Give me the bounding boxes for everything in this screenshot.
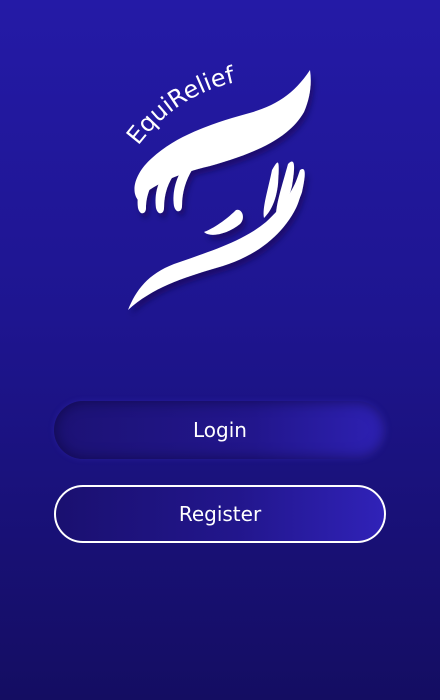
- register-button[interactable]: Register: [54, 485, 386, 543]
- two-hands-icon: EquiRelief: [121, 62, 311, 310]
- register-button-label: Register: [178, 502, 262, 526]
- login-button-label: Login: [193, 418, 247, 442]
- welcome-screen: EquiRelief Login Register: [0, 0, 440, 700]
- app-logo: EquiRelief: [112, 62, 328, 322]
- login-button[interactable]: Login: [54, 401, 386, 459]
